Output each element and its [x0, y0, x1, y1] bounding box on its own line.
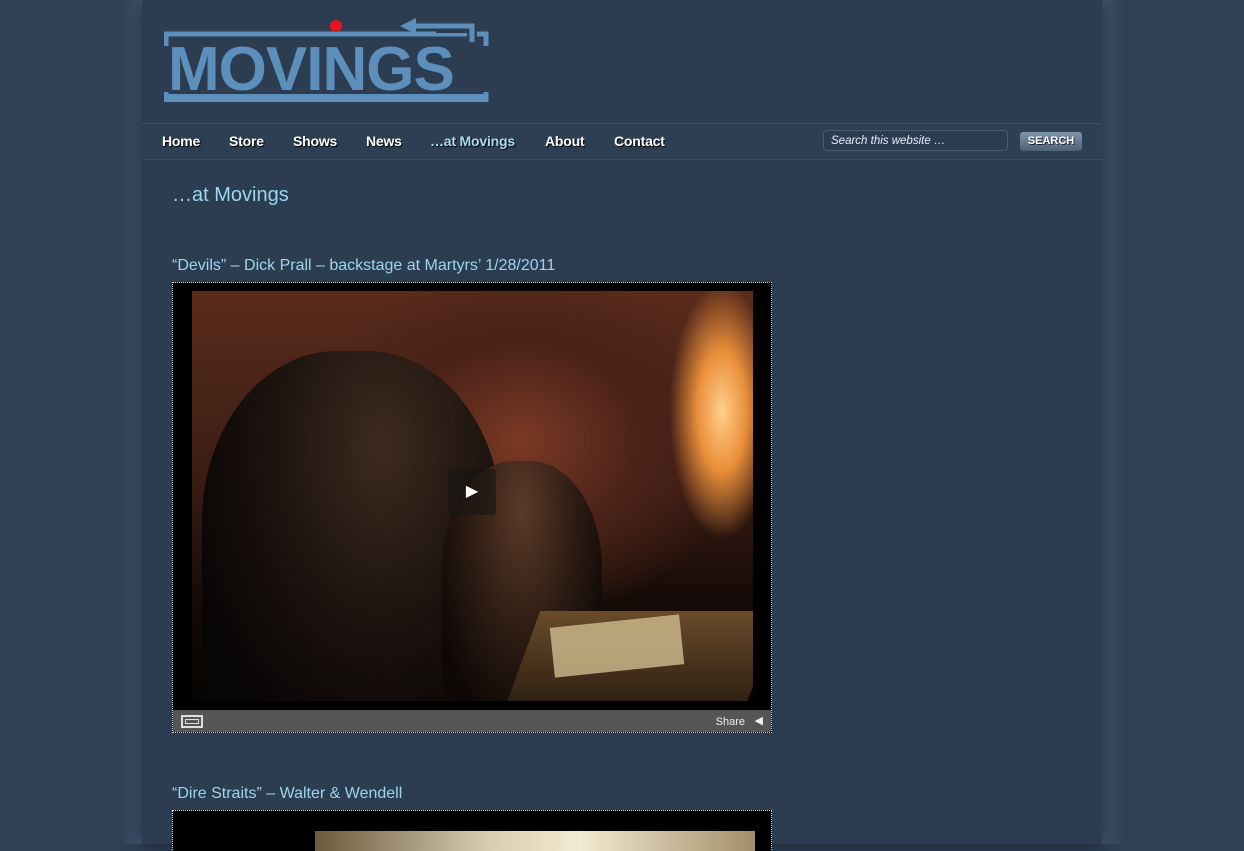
video-player-2[interactable]	[172, 810, 772, 851]
nav-at-movings[interactable]: …at Movings	[430, 133, 515, 149]
page-container: MOVINGS Home Store Shows News …at Moving…	[142, 0, 1102, 851]
nav-store[interactable]: Store	[229, 133, 264, 149]
video-thumbnail-2	[173, 811, 771, 851]
fullscreen-icon[interactable]	[181, 715, 203, 728]
post-title-dire-straits[interactable]: “Dire Straits” – Walter & Wendell	[172, 785, 402, 803]
site-logo[interactable]: MOVINGS	[164, 16, 489, 102]
page-title: …at Movings	[172, 184, 289, 206]
video-player[interactable]: ▶ Share ◀	[172, 282, 772, 733]
search-input[interactable]: Search this website …	[823, 130, 1008, 151]
nav-home[interactable]: Home	[162, 133, 200, 149]
site-header: MOVINGS	[142, 0, 1102, 123]
page-side-shadow-right	[1102, 0, 1124, 844]
search-button[interactable]: SEARCH	[1020, 132, 1082, 151]
nav-about[interactable]: About	[545, 133, 585, 149]
svg-text:MOVINGS: MOVINGS	[168, 35, 454, 102]
play-icon[interactable]: ▶	[448, 469, 496, 515]
nav-news[interactable]: News	[366, 133, 402, 149]
post-title-devils[interactable]: “Devils” – Dick Prall – backstage at Mar…	[172, 257, 555, 275]
share-button[interactable]: Share	[716, 716, 745, 728]
volume-icon[interactable]: ◀	[755, 714, 763, 727]
main-navigation: Home Store Shows News …at Movings About …	[142, 123, 1102, 160]
video-controls: Share ◀	[173, 710, 771, 732]
nav-shows[interactable]: Shows	[293, 133, 337, 149]
nav-contact[interactable]: Contact	[614, 133, 665, 149]
page-side-shadow-left	[120, 0, 142, 844]
